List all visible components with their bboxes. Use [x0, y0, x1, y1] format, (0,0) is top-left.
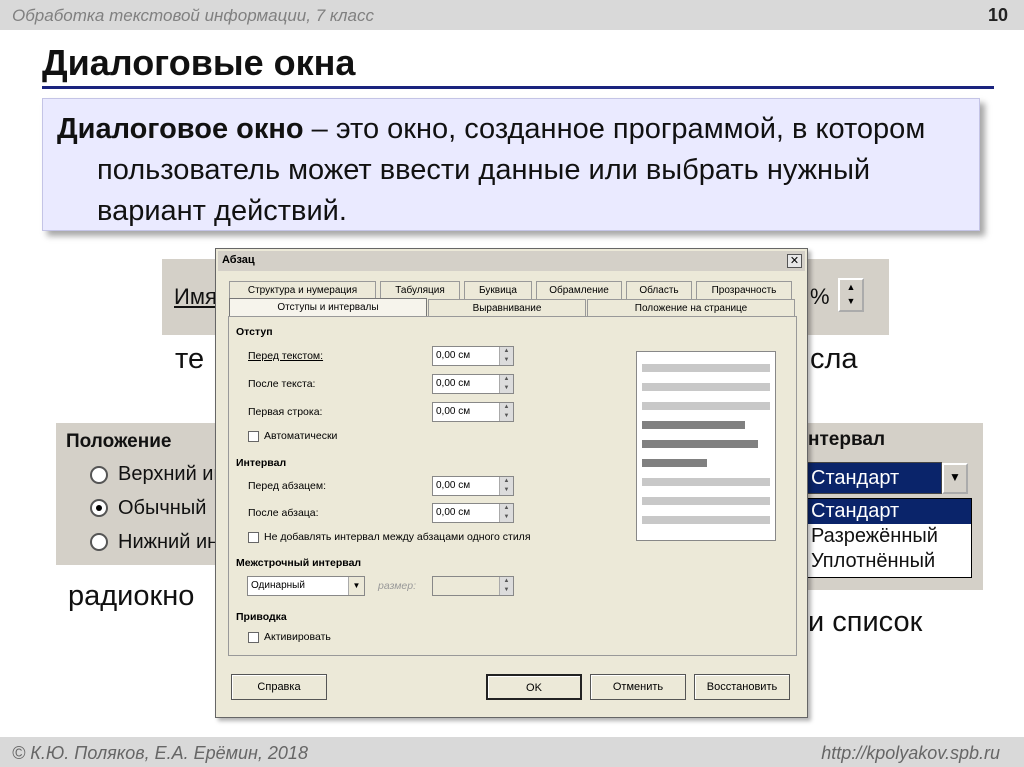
indent-before-value: 0,00 см — [436, 350, 471, 361]
preview-line — [642, 516, 770, 524]
percent-label: % — [810, 284, 830, 309]
list-caption: и список — [808, 606, 923, 638]
spin-arrows-icon[interactable]: ▲ ▼ — [499, 347, 513, 365]
dropdown-value: Стандарт — [811, 467, 900, 489]
spin-arrows-icon[interactable]: ▲ ▼ — [499, 403, 513, 421]
close-icon[interactable]: ✕ — [787, 254, 802, 268]
indent-before-label: Перед текстом: — [248, 350, 324, 362]
interval-label: нтервал — [808, 429, 886, 450]
indent-first-field[interactable]: 0,00 см ▲ ▼ — [432, 402, 514, 422]
radio-top-label: Верхний ин — [118, 463, 225, 485]
snap-header: Приводка — [236, 611, 287, 623]
size-label: размер: — [378, 580, 417, 592]
tab-area[interactable]: Область — [626, 281, 692, 300]
footer-url[interactable]: http://kpolyakov.spb.ru — [821, 743, 1000, 764]
spacing-above-value: 0,00 см — [436, 480, 471, 491]
line-spacing-select[interactable]: Одинарный ▼ — [247, 576, 365, 596]
dropdown-list: Стандарт Разрежённый Уплотнённый — [806, 498, 972, 578]
line-spacing-value: Одинарный — [251, 580, 305, 591]
slide-header: Обработка текстовой информации, 7 класс … — [0, 0, 1024, 30]
definition-box: Диалоговое окно – это окно, созданное пр… — [42, 98, 980, 231]
preview-line — [642, 421, 745, 429]
dropdown-combo[interactable]: Стандарт — [806, 462, 942, 494]
line-spacing-header: Межстрочный интервал — [236, 557, 362, 569]
definition-term: Диалоговое окно — [57, 113, 304, 145]
tab-indents[interactable]: Отступы и интервалы — [229, 298, 427, 317]
position-title: Положение — [66, 431, 172, 452]
indent-after-label: После текста: — [248, 378, 316, 390]
definition-paragraph: Диалоговое окно – это окно, созданное пр… — [57, 109, 957, 232]
preview-line — [642, 497, 770, 505]
course-title: Обработка текстовой информации, 7 класс — [12, 6, 374, 25]
indent-after-value: 0,00 см — [436, 378, 471, 389]
text-caption-left: те — [175, 343, 205, 375]
reset-button[interactable]: Восстановить — [694, 674, 790, 700]
indent-after-field[interactable]: 0,00 см ▲ ▼ — [432, 374, 514, 394]
radio-caption: радиокно — [68, 580, 195, 612]
activate-checkbox[interactable] — [248, 632, 259, 643]
dropdown-option[interactable]: Стандарт — [807, 499, 971, 524]
page-number: 10 — [987, 5, 1008, 25]
tab-border[interactable]: Обрамление — [536, 281, 622, 300]
indent-first-value: 0,00 см — [436, 406, 471, 417]
dialog-titlebar[interactable]: Абзац ✕ — [218, 251, 805, 271]
cancel-button[interactable]: Отменить — [590, 674, 686, 700]
preview-line — [642, 383, 770, 391]
radio-normal-label: Обычный — [118, 497, 207, 519]
dropdown-arrow[interactable]: ▼ — [942, 463, 968, 494]
spin-arrows-icon[interactable]: ▲ ▼ — [499, 375, 513, 393]
dropdown-option[interactable]: Уплотнённый — [807, 549, 971, 574]
preview-line — [642, 364, 770, 372]
radio-top[interactable] — [90, 466, 108, 484]
spinner-buttons[interactable]: ▲ ▼ — [838, 278, 864, 312]
no-space-checkbox[interactable] — [248, 532, 259, 543]
spin-arrows-icon[interactable]: ▲ ▼ — [499, 504, 513, 522]
spin-arrows-icon: ▲ ▼ — [499, 577, 513, 595]
tab-dropcap[interactable]: Буквица — [464, 281, 532, 300]
title-underline — [42, 86, 994, 89]
no-space-label: Не добавлять интервал между абзацами одн… — [264, 531, 531, 543]
chevron-down-icon[interactable]: ▼ — [348, 577, 364, 595]
auto-checkbox[interactable] — [248, 431, 259, 442]
slide-title: Диалоговые окна — [42, 42, 356, 83]
tab-transparency[interactable]: Прозрачность — [696, 281, 792, 300]
slide-footer: © К.Ю. Поляков, Е.А. Ерёмин, 2018 http:/… — [0, 737, 1024, 767]
name-label: Имя — [174, 284, 217, 309]
help-button[interactable]: Справка — [231, 674, 327, 700]
spacing-below-field[interactable]: 0,00 см ▲ ▼ — [432, 503, 514, 523]
spacing-above-field[interactable]: 0,00 см ▲ ▼ — [432, 476, 514, 496]
spacing-below-value: 0,00 см — [436, 507, 471, 518]
spin-arrows-icon[interactable]: ▲ ▼ — [499, 477, 513, 495]
auto-label: Автоматически — [264, 430, 338, 442]
spacing-header: Интервал — [236, 457, 287, 469]
dropdown-option[interactable]: Разрежённый — [807, 524, 971, 549]
dialog-title: Абзац — [222, 254, 255, 266]
ok-button[interactable]: OK — [486, 674, 582, 700]
text-caption-right: сла — [810, 343, 858, 375]
preview-line — [642, 459, 707, 467]
footer-authors: © К.Ю. Поляков, Е.А. Ерёмин, 2018 — [12, 743, 308, 763]
activate-label: Активировать — [264, 631, 331, 643]
paragraph-preview — [636, 351, 776, 541]
indent-before-field[interactable]: 0,00 см ▲ ▼ — [432, 346, 514, 366]
radio-bottom[interactable] — [90, 533, 108, 551]
spacing-below-label: После абзаца: — [248, 507, 319, 519]
preview-line — [642, 478, 770, 486]
size-field: ▲ ▼ — [432, 576, 514, 596]
spacing-above-label: Перед абзацем: — [248, 480, 327, 492]
indent-header: Отступ — [236, 326, 273, 338]
radio-normal[interactable] — [90, 499, 108, 517]
preview-line — [642, 440, 758, 448]
radio-bottom-label: Нижний ин — [118, 531, 219, 553]
indent-first-label: Первая строка: — [248, 406, 323, 418]
preview-line — [642, 402, 770, 410]
